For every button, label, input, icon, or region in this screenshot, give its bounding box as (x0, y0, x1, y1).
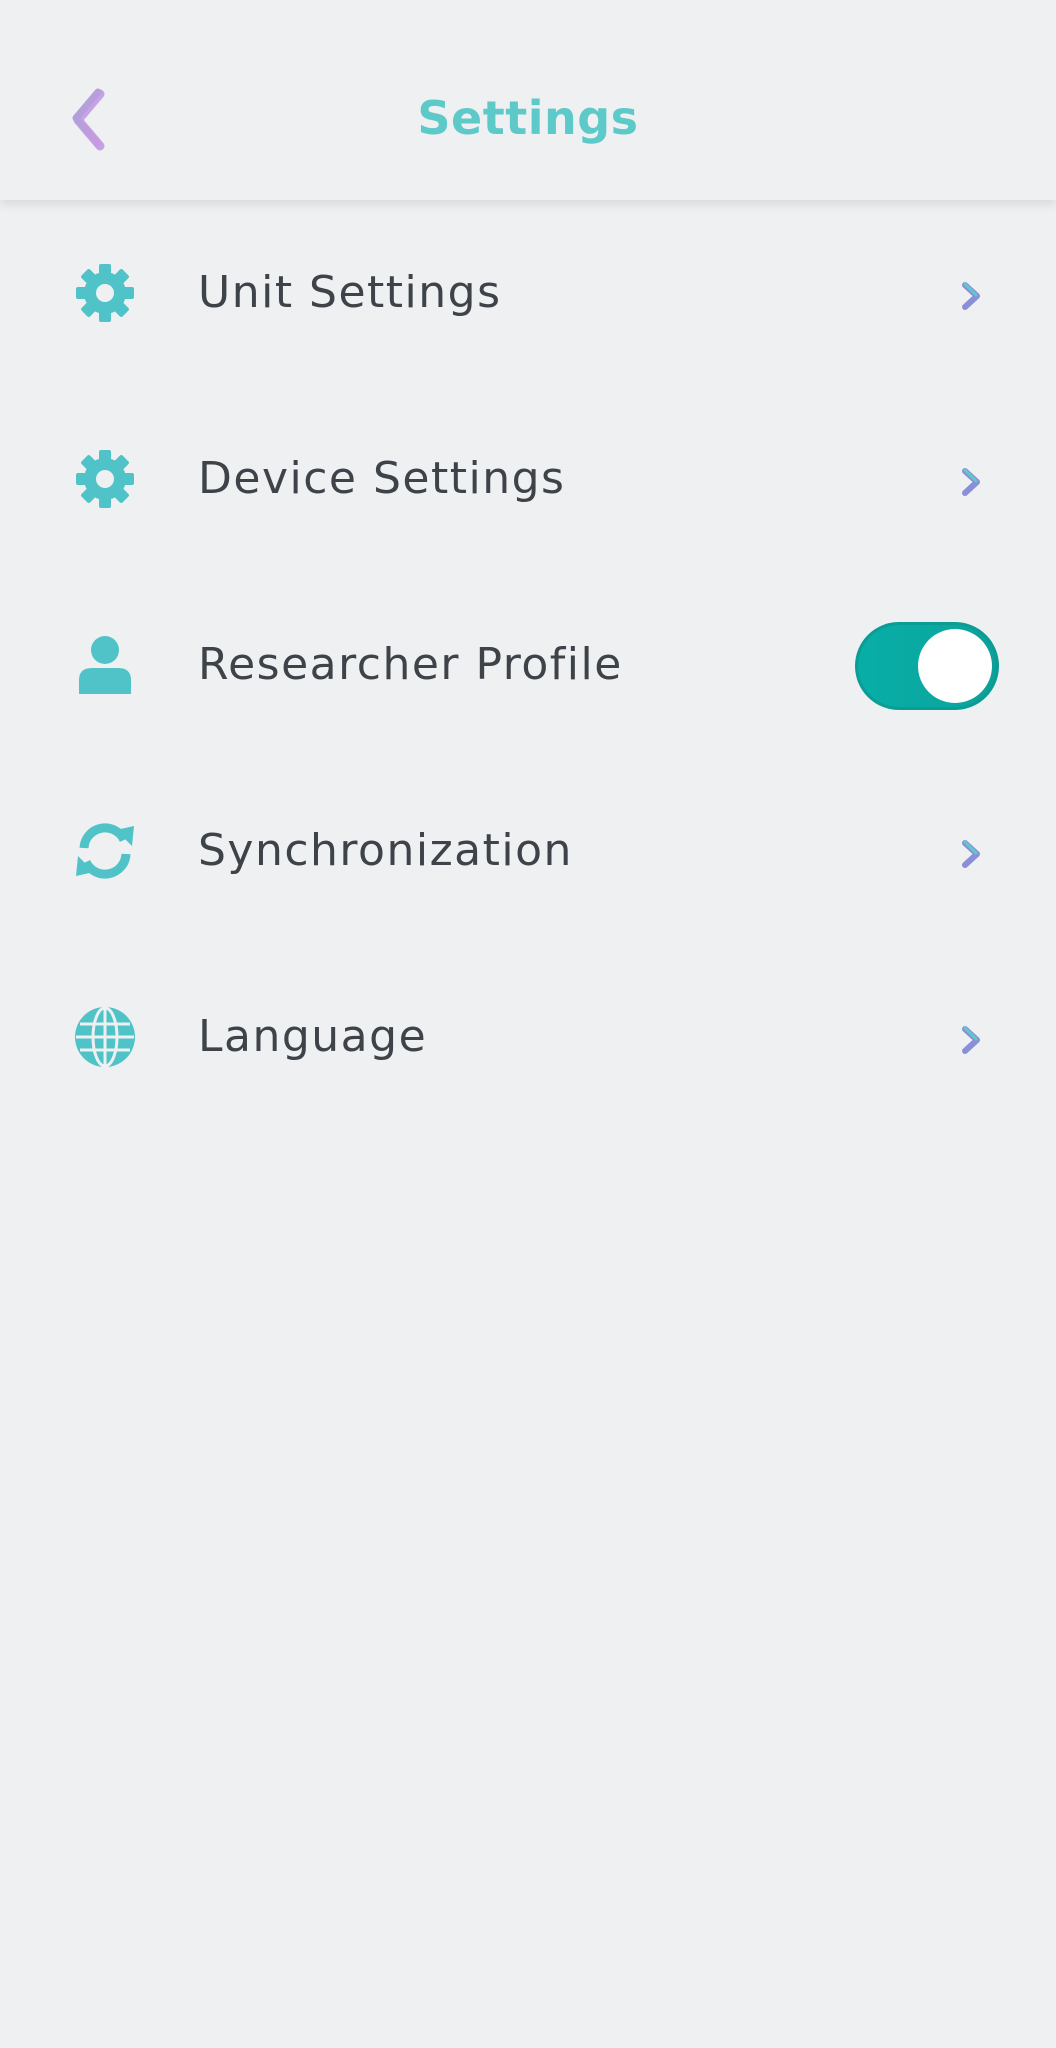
settings-item-label: Language (198, 1011, 428, 1062)
settings-item-unit-settings[interactable]: Unit Settings (0, 200, 1056, 386)
settings-item-label: Synchronization (198, 825, 573, 876)
toggle-knob (918, 629, 992, 703)
settings-item-label: Device Settings (198, 453, 566, 504)
gear-icon (72, 446, 138, 512)
sync-icon (72, 818, 138, 884)
chevron-right-icon (956, 276, 986, 316)
chevron-right-icon (956, 462, 986, 502)
user-icon (72, 632, 138, 698)
settings-item-synchronization[interactable]: Synchronization (0, 758, 1056, 944)
page-title: Settings (417, 91, 639, 145)
globe-icon (72, 1004, 138, 1070)
researcher-profile-toggle[interactable] (855, 622, 999, 710)
settings-item-device-settings[interactable]: Device Settings (0, 386, 1056, 572)
gear-icon (72, 260, 138, 326)
app-header: Settings (0, 0, 1056, 200)
chevron-right-icon (956, 1020, 986, 1060)
settings-item-label: Researcher Profile (198, 639, 623, 690)
settings-list: Unit Settings Device Settings Researcher… (0, 200, 1056, 1130)
settings-item-label: Unit Settings (198, 267, 502, 318)
settings-item-researcher-profile: Researcher Profile (0, 572, 1056, 758)
chevron-right-icon (956, 834, 986, 874)
settings-item-language[interactable]: Language (0, 944, 1056, 1130)
